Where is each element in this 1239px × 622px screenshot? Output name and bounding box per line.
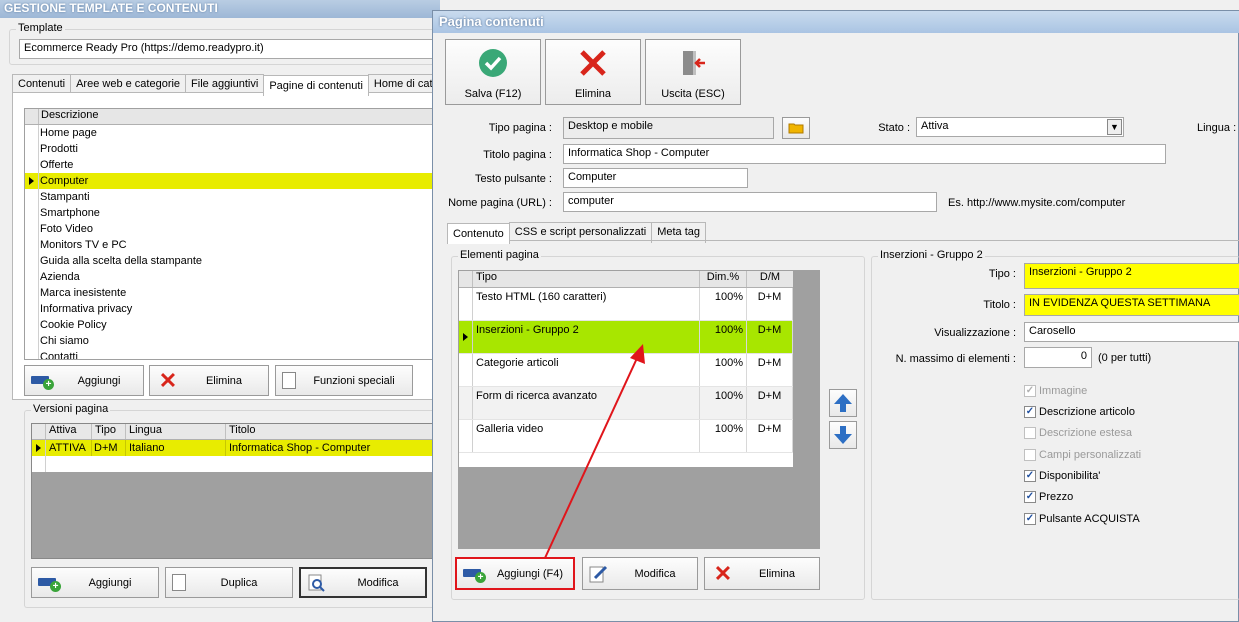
annotation-arrow: [544, 344, 645, 559]
tab-pagine-contenuti[interactable]: Pagine di contenuti: [263, 75, 369, 96]
tab-contenuto[interactable]: Contenuto: [447, 223, 510, 244]
